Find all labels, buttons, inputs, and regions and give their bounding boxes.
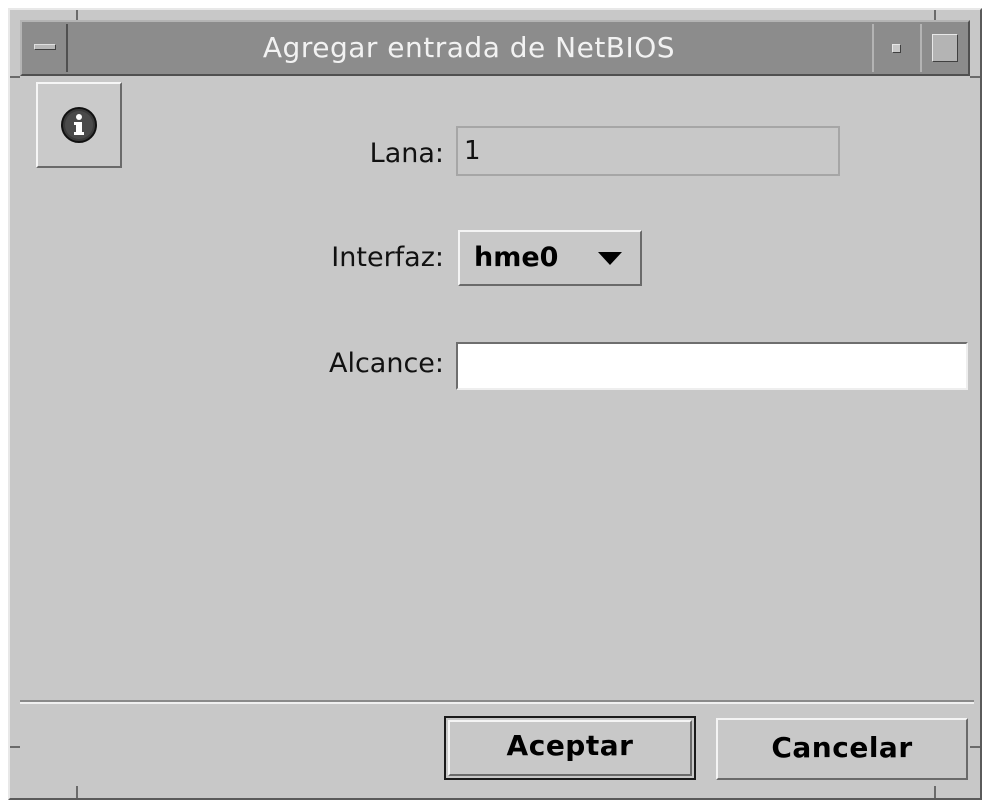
lana-label: Lana: [369,138,444,169]
accept-button[interactable]: Aceptar [444,716,696,780]
interfaz-dropdown[interactable]: hme0 [458,230,642,286]
frame-tick [970,746,980,748]
cancel-button[interactable]: Cancelar [716,718,968,780]
frame-tick [970,76,980,78]
minimize-button[interactable] [872,24,918,72]
lana-field: 1 [456,126,840,176]
accept-button-label: Aceptar [506,729,634,762]
frame-tick [10,746,20,748]
maximize-icon [932,34,958,62]
interfaz-label: Interfaz: [331,242,444,273]
interfaz-selected-value: hme0 [474,242,559,273]
alcance-label: Alcance: [328,348,444,379]
info-icon [61,107,97,143]
maximize-button[interactable] [920,24,966,72]
title-bar[interactable]: Agregar entrada de NetBIOS [20,20,970,76]
cancel-button-label: Cancelar [771,731,913,764]
frame-tick [934,786,936,798]
window-menu-icon [34,44,56,50]
frame-tick [10,76,20,78]
dialog-window: Agregar entrada de NetBIOS Lana: 1 Inter… [8,8,982,800]
button-separator [20,700,974,704]
info-button[interactable] [36,82,122,168]
alcance-input[interactable] [456,342,968,390]
frame-tick [76,786,78,798]
chevron-down-icon [598,252,622,265]
minimize-icon [892,44,901,53]
window-title: Agregar entrada de NetBIOS [262,31,676,64]
window-menu-button[interactable] [24,24,68,72]
